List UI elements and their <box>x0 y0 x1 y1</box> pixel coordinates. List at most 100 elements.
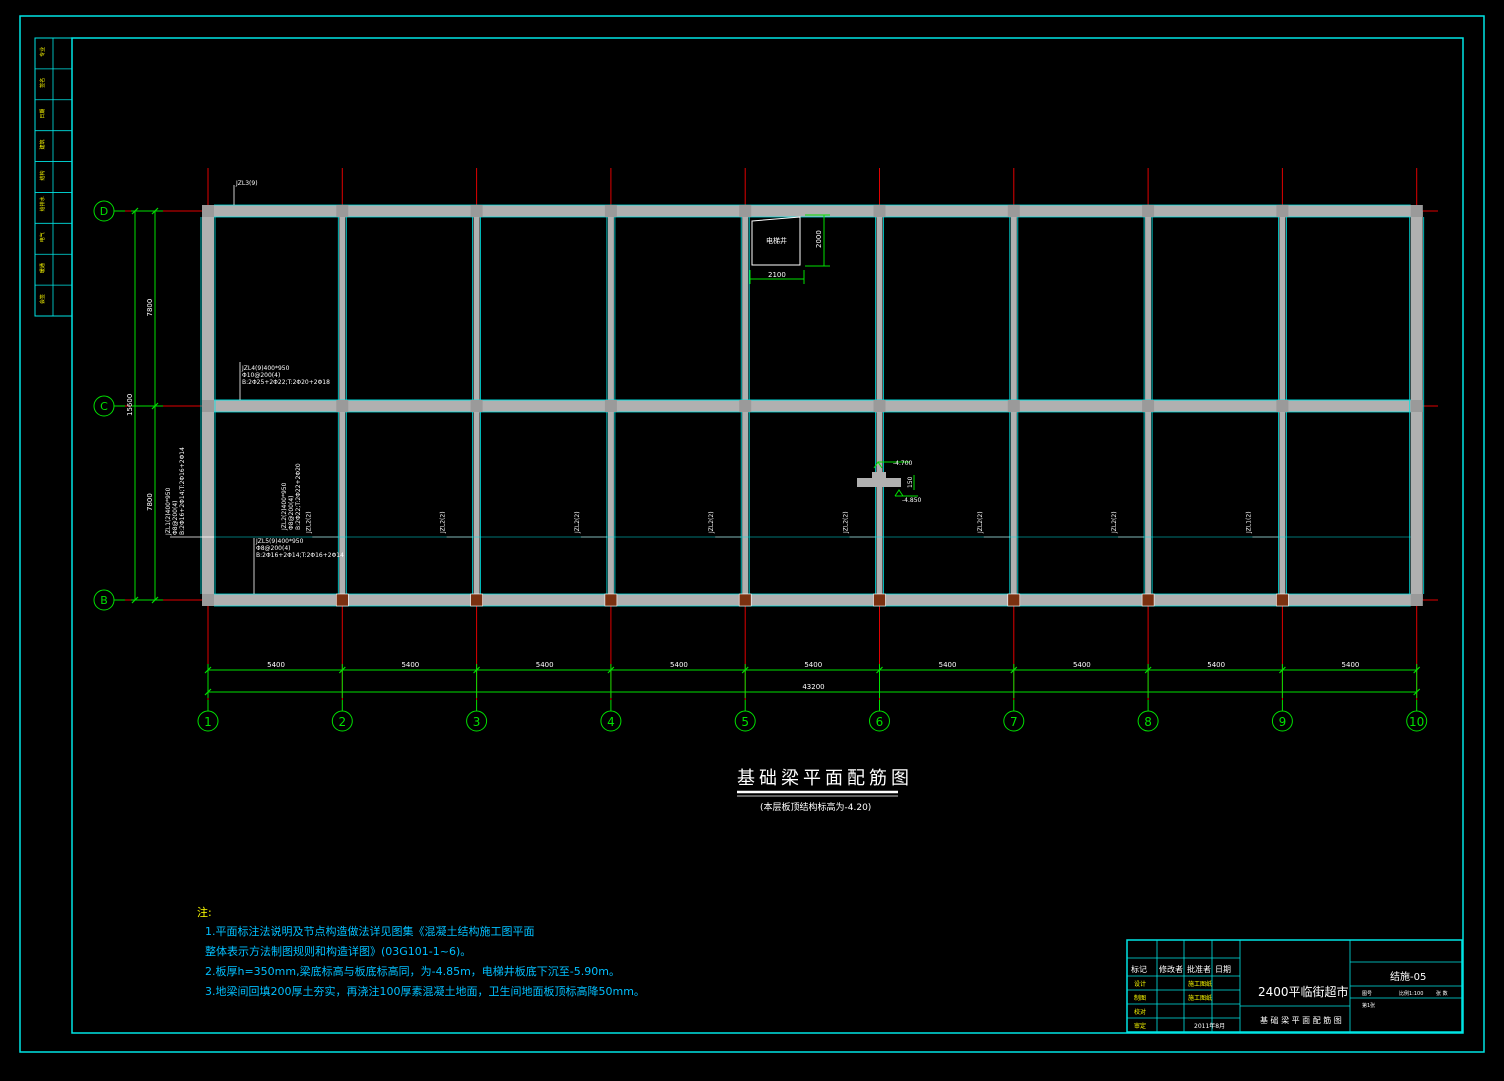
column-5-0 <box>739 205 752 217</box>
axis-bubble-label-8: 8 <box>1144 715 1152 729</box>
label-jzl5-0: JZL5(9)400*950 <box>255 538 304 545</box>
axis-bubble-label-B: B <box>100 594 108 607</box>
dim-bay-6: 5400 <box>939 661 957 669</box>
note-line-1: 1.平面标注法说明及节点构造做法详见图集《混凝土结构施工图平面 <box>205 924 535 938</box>
axis-bubble-label-3: 3 <box>473 715 481 729</box>
label-jzl5-2: B:2Φ16+2Φ14;T:2Φ16+2Φ14 <box>256 552 344 559</box>
tb-date: 2011年8月 <box>1194 1022 1225 1030</box>
side-block-text-3: 建筑 <box>39 140 46 150</box>
note-line-3: 2.板厚h=350mm,梁底标高与板底标高同，为-4.85m，电梯井板底下沉至-… <box>205 964 620 978</box>
dim-bay-7: 5400 <box>1073 661 1091 669</box>
tb-project: 2400平临街超市 <box>1258 984 1349 999</box>
tb-name-1: 施工图纸 <box>1188 980 1212 988</box>
drawing-subtitle: (本层板顶结构标高为-4.20) <box>760 801 871 813</box>
drawing-canvas: 专业签名日期建筑结构给排水电气暖通会签 5400 5400 5400 5400 5400… <box>19 15 1485 1053</box>
column-5-2 <box>738 593 752 607</box>
column-4-0 <box>604 205 617 217</box>
column-5-1 <box>739 400 752 412</box>
label-vertical-7: JZL1(2) <box>1245 511 1252 534</box>
notes: 注: 1.平面标注法说明及节点构造做法详见图集《混凝土结构施工图平面 整体表示方… <box>197 905 645 998</box>
dim-row-total: 15600 <box>126 394 134 416</box>
label-vertical-6: JZL2(2) <box>1111 511 1118 534</box>
column-8-2 <box>1141 593 1155 607</box>
tb-small-2: 张 数 <box>1436 990 1448 997</box>
column-8-1 <box>1142 400 1155 412</box>
beam-row-1 <box>202 400 1423 412</box>
elevator-width-dim: 2100 <box>768 271 786 279</box>
axis-bubble-label-9: 9 <box>1279 715 1287 729</box>
dimension-lines: 5400 5400 5400 5400 5400 5400 5400 5400 5400 4320… <box>126 207 1421 698</box>
label-jzl5-1: Φ8@200(4) <box>256 545 291 552</box>
column-4-1 <box>604 400 617 412</box>
label-jzl3: JZL3(9) <box>235 180 258 187</box>
axis-bubble-label-4: 4 <box>607 715 615 729</box>
tb-header-2: 批准者 <box>1187 964 1211 974</box>
pit-top-elev: -4.700 <box>893 460 913 467</box>
dim-bay-2: 5400 <box>401 661 419 669</box>
tb-role-1: 制图 <box>1134 994 1146 1002</box>
label-vertical-4: JZL2(2) <box>843 511 850 534</box>
tb-name-2: 施工图纸 <box>1188 994 1212 1002</box>
column-8-0 <box>1142 205 1155 217</box>
label-vertical-1: JZL2(2) <box>440 511 447 534</box>
column-1-1 <box>202 400 214 412</box>
axis-bubble-label-D: D <box>100 205 108 218</box>
label-jzl4-1: Φ10@200(4) <box>242 372 280 379</box>
label-jzl2-1: Φ8@200(4) <box>288 496 295 531</box>
label-jzl1-2: B:2Φ16+2Φ14;T:2Φ16+2Φ14 <box>179 447 186 535</box>
column-7-1 <box>1007 400 1020 412</box>
column-9-0 <box>1276 205 1289 217</box>
label-vertical-5: JZL2(2) <box>977 511 984 534</box>
column-6-0 <box>873 205 886 217</box>
dim-bay-9: 5400 <box>1342 661 1360 669</box>
column-9-2 <box>1276 593 1289 607</box>
title-block: 标记 修改者 批准者 日期设计制图校对审定施工图纸施工图纸2011年8月2400平临街… <box>1126 939 1463 1033</box>
label-vertical-2: JZL2(2) <box>574 511 581 534</box>
elevator-label: 电梯井 <box>766 236 787 245</box>
outer-frame <box>19 15 1485 1053</box>
column-6-2 <box>873 593 886 607</box>
tb-role-3: 审定 <box>1134 1022 1146 1030</box>
column-9-1 <box>1276 400 1289 412</box>
tb-drawing-no: 结施-05 <box>1390 970 1426 983</box>
tb-small-1: 比例1:100 <box>1399 990 1423 997</box>
axis-bubble-label-5: 5 <box>741 715 749 729</box>
pit-section-detail: -4.700 -4.850 150 <box>857 460 922 504</box>
column-2-2 <box>335 593 349 607</box>
axis-bubble-label-C: C <box>100 400 108 413</box>
side-block-text-4: 结构 <box>39 170 46 180</box>
column-6-1 <box>873 400 886 412</box>
notes-heading: 注: <box>197 905 212 919</box>
tb-header-1: 修改者 <box>1159 964 1183 974</box>
note-line-2: 整体表示方法制图规则和构造详图》(03G101-1~6)。 <box>205 944 471 958</box>
label-vertical-0: JZL2(2) <box>305 511 312 534</box>
axis-bubble-label-10: 10 <box>1409 715 1424 729</box>
side-block-text-1: 签名 <box>39 78 46 88</box>
pit-depth: 150 <box>907 476 914 488</box>
column-10-1 <box>1410 400 1423 412</box>
label-vertical-3: JZL2(2) <box>708 511 715 534</box>
beam-layout <box>200 204 1425 607</box>
column-7-2 <box>1007 593 1021 607</box>
tb-header-0: 标记 <box>1131 964 1147 974</box>
tb-role-2: 校对 <box>1134 1008 1146 1016</box>
column-2-0 <box>336 205 349 217</box>
side-block-text-0: 专业 <box>39 47 46 57</box>
dim-row-span-0: 7800 <box>146 299 154 317</box>
dim-bay-4: 5400 <box>670 661 688 669</box>
axis-bubble-label-2: 2 <box>338 715 346 729</box>
column-1-2 <box>202 594 214 606</box>
label-jzl4-0: JZL4(9)400*950 <box>241 365 290 372</box>
axis-lines <box>118 168 1438 700</box>
elevator-shaft: 电梯井 2100 2000 <box>749 214 830 284</box>
dim-row-span-1: 7800 <box>146 493 154 511</box>
side-signature-block: 专业签名日期建筑结构给排水电气暖通会签 <box>34 37 73 317</box>
column-4-2 <box>604 593 618 607</box>
column-7-0 <box>1007 205 1020 217</box>
elevator-height-dim: 2000 <box>815 230 823 248</box>
side-block-text-6: 电气 <box>39 232 46 242</box>
column-1-0 <box>202 205 214 217</box>
note-line-4: 3.地梁间回填200厚土夯实，再浇注100厚素混凝土地面，卫生间地面板顶标高降5… <box>205 984 645 998</box>
side-block-text-2: 日期 <box>40 109 46 119</box>
tb-role-0: 设计 <box>1134 980 1146 988</box>
